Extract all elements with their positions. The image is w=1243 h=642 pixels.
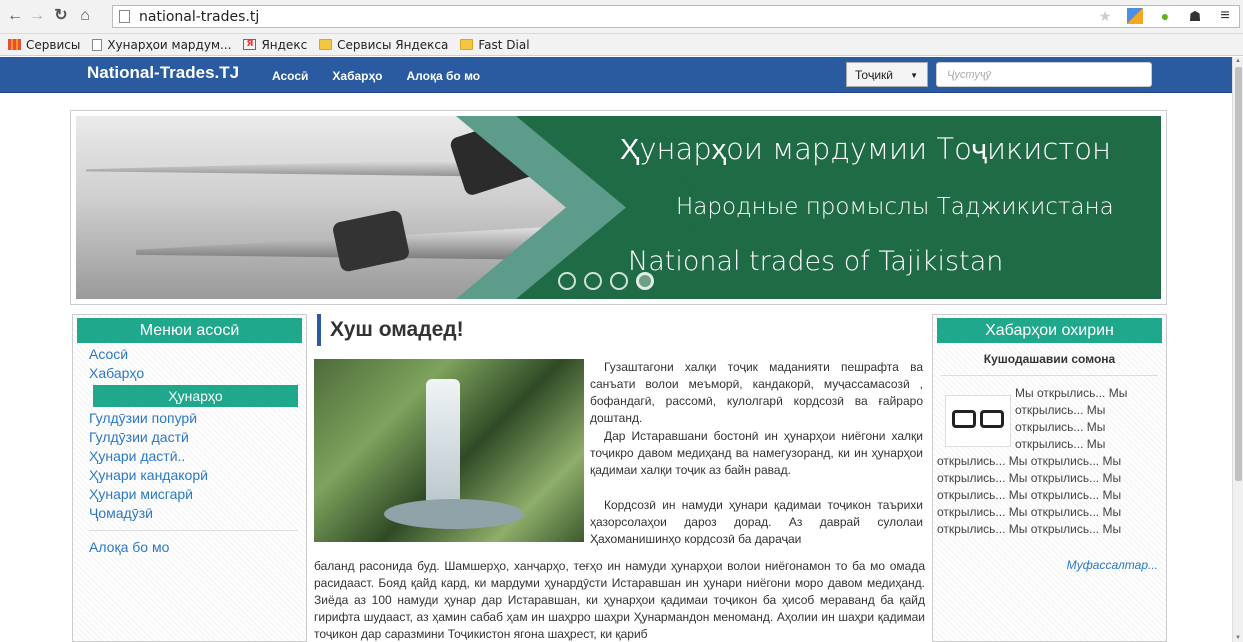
language-select[interactable]: Тоҷикӣ ▼	[846, 62, 928, 87]
menu-link-home[interactable]: Асосӣ	[89, 346, 302, 362]
page-icon	[92, 38, 103, 51]
news-item-text: Мы открылись... Мы открылись... Мы откры…	[1015, 386, 1128, 451]
waterfall-image	[314, 359, 584, 542]
slider-dots	[558, 272, 654, 290]
main-content: Хуш омадед! Гузаштагони халқи тоҷик мада…	[314, 314, 925, 642]
extension-grid-icon[interactable]	[1127, 8, 1143, 24]
page-scrollbar[interactable]: ▲ ▼	[1232, 57, 1243, 642]
slider-dot[interactable]	[584, 272, 602, 290]
menu-link-craft[interactable]: Ҳунари дастӣ..	[89, 448, 302, 464]
intro-paragraph: Гузаштагони халқи тоҷик маданияти пешраф…	[590, 360, 923, 425]
scroll-down-icon[interactable]: ▼	[1235, 635, 1241, 641]
news-item-title[interactable]: Кушодашавии сомона	[937, 352, 1162, 366]
slider-dot[interactable]	[610, 272, 628, 290]
search-input[interactable]: Ҷустуҷӯ	[936, 62, 1152, 87]
browser-toolbar: ← → ↻ ⌂ national-trades.tj ★ ● ☗ ≡	[0, 0, 1243, 34]
extension-hat-icon[interactable]: ☗	[1187, 8, 1203, 24]
bookmark-services[interactable]: Сервисы	[8, 38, 80, 52]
knife-handle-image	[331, 209, 411, 273]
nav-links: Асосӣ Хабарҳо Алоқа бо мо	[272, 69, 480, 83]
nav-link-contact[interactable]: Алоқа бо мо	[407, 69, 481, 83]
menu-link-craft[interactable]: Ҳунари кандакорӣ	[89, 467, 302, 483]
bookmark-crafts[interactable]: Хунарҳои мардум...	[92, 38, 231, 52]
intro-paragraph: Кордсозӣ ин намуди ҳунари қадимаи тоҷико…	[590, 498, 923, 546]
menu-divider	[89, 530, 298, 531]
slider-dot-active[interactable]	[636, 272, 654, 290]
intro-paragraph: баланд расонида буд. Шамшерҳо, ханҷарҳо,…	[314, 559, 925, 641]
main-menu-panel: Менюи асосӣ Асосӣ Хабарҳо Ҳунарҳо Гулдӯз…	[72, 314, 307, 642]
read-more-link[interactable]: Муфассалтар...	[1067, 558, 1158, 572]
waterfall-shape	[426, 379, 460, 509]
latest-news-panel: Хабарҳои охирин Кушодашавии сомона Мы от…	[932, 314, 1167, 642]
bookmarks-bar: Сервисы Хунарҳои мардум... Я Яндекс Серви…	[0, 34, 1243, 56]
menu-icon[interactable]: ≡	[1217, 8, 1233, 24]
banner-title-english: National trades of Tajikistan	[628, 246, 1004, 277]
caret-down-icon: ▼	[910, 71, 918, 80]
url-text[interactable]: national-trades.tj	[139, 9, 259, 25]
bookmark-yandex[interactable]: Я Яндекс	[243, 38, 307, 52]
site-navbar: National-Trades.TJ Асосӣ Хабарҳо Алоқа б…	[0, 57, 1232, 93]
banner-title-russian: Народные промыслы Таджикистана	[676, 194, 1114, 220]
nav-link-news[interactable]: Хабарҳо	[332, 69, 382, 83]
bookmark-fast-dial[interactable]: Fast Dial	[460, 38, 530, 52]
back-icon[interactable]: ←	[6, 7, 24, 25]
page-icon	[119, 10, 130, 23]
menu-link-craft[interactable]: Ҳунари мисгарӣ	[89, 486, 302, 502]
folder-icon	[319, 39, 333, 50]
home-icon[interactable]: ⌂	[76, 7, 94, 25]
bookmark-star-icon[interactable]: ★	[1097, 8, 1113, 24]
nav-link-home[interactable]: Асосӣ	[272, 69, 308, 83]
forward-icon[interactable]: →	[28, 7, 46, 25]
extension-icons: ★ ● ☗ ≡	[1097, 7, 1233, 25]
banner-title-tajik: Ҳунарҳои мардумии Тоҷикистон	[620, 132, 1111, 166]
slider-dot[interactable]	[558, 272, 576, 290]
site-brand[interactable]: National-Trades.TJ	[87, 63, 239, 83]
address-bar[interactable]: national-trades.tj	[112, 5, 1240, 28]
main-menu-title: Менюи асосӣ	[77, 318, 302, 343]
bookmark-yandex-services[interactable]: Сервисы Яндекса	[319, 38, 448, 52]
scrollbar-thumb[interactable]	[1235, 67, 1242, 481]
news-divider	[941, 375, 1158, 376]
intro-paragraph: Дар Истаравшани бостонӣ ин ҳунарҳои ниёг…	[590, 429, 923, 477]
menu-link-contact[interactable]: Алоқа бо мо	[89, 539, 302, 555]
menu-link-craft[interactable]: Гулдӯзии попурӣ	[89, 410, 302, 426]
page-title: Хуш омадед!	[317, 314, 464, 346]
yandex-icon: Я	[243, 39, 257, 50]
glasses-lens	[952, 410, 976, 428]
extension-green-icon[interactable]: ●	[1157, 8, 1173, 24]
folder-icon	[460, 39, 474, 50]
news-item-text: открылись... Мы открылись... Мы открылис…	[937, 454, 1122, 536]
crafts-heading: Ҳунарҳо	[93, 385, 298, 407]
reload-icon[interactable]: ↻	[52, 7, 70, 25]
menu-link-news[interactable]: Хабарҳо	[89, 365, 302, 381]
glasses-lens	[980, 410, 1004, 428]
scroll-up-icon[interactable]: ▲	[1235, 58, 1241, 64]
menu-link-craft[interactable]: Ҷомадӯзӣ	[89, 505, 302, 521]
apps-icon	[8, 39, 21, 50]
banner-slider: Ҳунарҳои мардумии Тоҷикистон Народные пр…	[70, 110, 1167, 305]
menu-link-craft[interactable]: Гулдӯзии дастӣ	[89, 429, 302, 445]
latest-news-title: Хабарҳои охирин	[937, 318, 1162, 343]
pool-shape	[384, 499, 524, 529]
banner-image: Ҳунарҳои мардумии Тоҷикистон Народные пр…	[76, 116, 1161, 299]
glasses-thumbnail[interactable]	[945, 395, 1011, 447]
language-value: Тоҷикӣ	[855, 68, 893, 82]
